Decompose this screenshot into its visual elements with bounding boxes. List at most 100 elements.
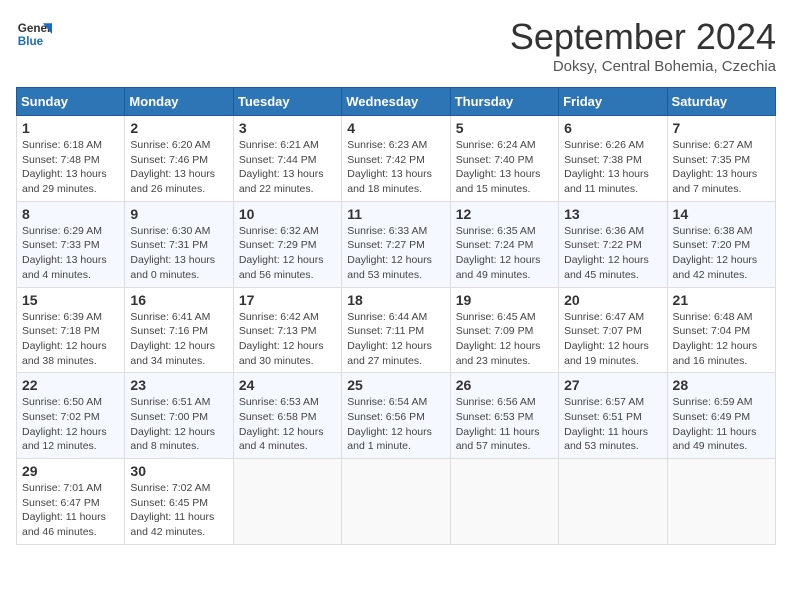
day-header-sunday: Sunday	[17, 88, 125, 116]
calendar-day-cell: 6 Sunrise: 6:26 AMSunset: 7:38 PMDaylight…	[559, 116, 667, 202]
day-number: 13	[564, 206, 661, 222]
calendar-day-cell: 3 Sunrise: 6:21 AMSunset: 7:44 PMDaylight…	[233, 116, 341, 202]
calendar-day-cell: 22Sunrise: 6:50 AMSunset: 7:02 PMDayligh…	[17, 373, 125, 459]
calendar-day-cell: 25 Sunrise: 6:54 AMSunset: 6:56 PMDayligh…	[342, 373, 450, 459]
day-number: 3	[239, 120, 336, 136]
day-info: Sunrise: 6:54 AMSunset: 6:56 PMDaylight:…	[347, 395, 444, 454]
day-info: Sunrise: 6:50 AMSunset: 7:02 PMDaylight:…	[22, 395, 119, 454]
calendar-day-cell: 10Sunrise: 6:32 AMSunset: 7:29 PMDayligh…	[233, 201, 341, 287]
day-info: Sunrise: 6:35 AMSunset: 7:24 PMDaylight:…	[456, 224, 553, 283]
calendar-day-cell: 12 Sunrise: 6:35 AMSunset: 7:24 PMDayligh…	[450, 201, 558, 287]
calendar-day-cell	[667, 459, 775, 545]
day-number: 28	[673, 377, 770, 393]
day-info: Sunrise: 6:47 AMSunset: 7:07 PMDaylight:…	[564, 310, 661, 369]
day-number: 18	[347, 292, 444, 308]
calendar-day-cell: 16 Sunrise: 6:41 AMSunset: 7:16 PMDayligh…	[125, 287, 233, 373]
calendar-day-cell: 20 Sunrise: 6:47 AMSunset: 7:07 PMDayligh…	[559, 287, 667, 373]
day-info: Sunrise: 6:21 AMSunset: 7:44 PMDaylight:…	[239, 138, 336, 197]
day-info: Sunrise: 6:53 AMSunset: 6:58 PMDaylight:…	[239, 395, 336, 454]
day-number: 10	[239, 206, 336, 222]
calendar-day-cell: 18 Sunrise: 6:44 AMSunset: 7:11 PMDayligh…	[342, 287, 450, 373]
calendar-day-cell: 2Sunrise: 6:20 AMSunset: 7:46 PMDaylight…	[125, 116, 233, 202]
day-info: Sunrise: 6:41 AMSunset: 7:16 PMDaylight:…	[130, 310, 227, 369]
day-info: Sunrise: 6:56 AMSunset: 6:53 PMDaylight:…	[456, 395, 553, 454]
day-header-thursday: Thursday	[450, 88, 558, 116]
day-header-wednesday: Wednesday	[342, 88, 450, 116]
day-number: 5	[456, 120, 553, 136]
day-info: Sunrise: 6:38 AMSunset: 7:20 PMDaylight:…	[673, 224, 770, 283]
calendar-week-row: 8 Sunrise: 6:29 AMSunset: 7:33 PMDaylight…	[17, 201, 776, 287]
day-number: 2	[130, 120, 227, 136]
day-number: 25	[347, 377, 444, 393]
day-number: 21	[673, 292, 770, 308]
day-number: 23	[130, 377, 227, 393]
calendar-week-row: 29 Sunrise: 7:01 AMSunset: 6:47 PMDayligh…	[17, 459, 776, 545]
day-info: Sunrise: 6:42 AMSunset: 7:13 PMDaylight:…	[239, 310, 336, 369]
calendar-day-cell: 15Sunrise: 6:39 AMSunset: 7:18 PMDayligh…	[17, 287, 125, 373]
day-info: Sunrise: 6:23 AMSunset: 7:42 PMDaylight:…	[347, 138, 444, 197]
page-header: General Blue September 2024 Doksy, Centr…	[16, 16, 776, 75]
day-number: 26	[456, 377, 553, 393]
day-number: 17	[239, 292, 336, 308]
day-number: 6	[564, 120, 661, 136]
day-number: 16	[130, 292, 227, 308]
logo-icon: General Blue	[16, 16, 52, 52]
day-number: 11	[347, 206, 444, 222]
day-info: Sunrise: 6:45 AMSunset: 7:09 PMDaylight:…	[456, 310, 553, 369]
day-info: Sunrise: 6:48 AMSunset: 7:04 PMDaylight:…	[673, 310, 770, 369]
day-number: 19	[456, 292, 553, 308]
calendar-day-cell: 8 Sunrise: 6:29 AMSunset: 7:33 PMDaylight…	[17, 201, 125, 287]
day-info: Sunrise: 7:01 AMSunset: 6:47 PMDaylight:…	[22, 481, 119, 540]
calendar-day-cell: 11Sunrise: 6:33 AMSunset: 7:27 PMDayligh…	[342, 201, 450, 287]
day-number: 20	[564, 292, 661, 308]
day-number: 30	[130, 463, 227, 479]
location-subtitle: Doksy, Central Bohemia, Czechia	[510, 58, 776, 75]
day-info: Sunrise: 6:44 AMSunset: 7:11 PMDaylight:…	[347, 310, 444, 369]
calendar-day-cell: 28 Sunrise: 6:59 AMSunset: 6:49 PMDayligh…	[667, 373, 775, 459]
calendar-week-row: 22Sunrise: 6:50 AMSunset: 7:02 PMDayligh…	[17, 373, 776, 459]
calendar-day-cell: 24Sunrise: 6:53 AMSunset: 6:58 PMDayligh…	[233, 373, 341, 459]
day-info: Sunrise: 6:39 AMSunset: 7:18 PMDaylight:…	[22, 310, 119, 369]
calendar-day-cell: 1 Sunrise: 6:18 AMSunset: 7:48 PMDaylight…	[17, 116, 125, 202]
calendar-week-row: 1 Sunrise: 6:18 AMSunset: 7:48 PMDaylight…	[17, 116, 776, 202]
calendar-day-cell: 19 Sunrise: 6:45 AMSunset: 7:09 PMDayligh…	[450, 287, 558, 373]
day-header-friday: Friday	[559, 88, 667, 116]
day-info: Sunrise: 7:02 AMSunset: 6:45 PMDaylight:…	[130, 481, 227, 540]
logo: General Blue	[16, 16, 52, 52]
day-number: 14	[673, 206, 770, 222]
day-number: 4	[347, 120, 444, 136]
day-info: Sunrise: 6:24 AMSunset: 7:40 PMDaylight:…	[456, 138, 553, 197]
day-info: Sunrise: 6:18 AMSunset: 7:48 PMDaylight:…	[22, 138, 119, 197]
day-number: 29	[22, 463, 119, 479]
day-info: Sunrise: 6:57 AMSunset: 6:51 PMDaylight:…	[564, 395, 661, 454]
calendar-day-cell: 7Sunrise: 6:27 AMSunset: 7:35 PMDaylight…	[667, 116, 775, 202]
calendar-day-cell	[450, 459, 558, 545]
calendar-table: SundayMondayTuesdayWednesdayThursdayFrid…	[16, 87, 776, 545]
calendar-day-cell	[559, 459, 667, 545]
day-info: Sunrise: 6:36 AMSunset: 7:22 PMDaylight:…	[564, 224, 661, 283]
day-number: 27	[564, 377, 661, 393]
calendar-day-cell: 13 Sunrise: 6:36 AMSunset: 7:22 PMDayligh…	[559, 201, 667, 287]
calendar-day-cell: 4 Sunrise: 6:23 AMSunset: 7:42 PMDaylight…	[342, 116, 450, 202]
day-number: 12	[456, 206, 553, 222]
day-number: 8	[22, 206, 119, 222]
day-number: 1	[22, 120, 119, 136]
svg-text:Blue: Blue	[18, 35, 44, 48]
day-info: Sunrise: 6:59 AMSunset: 6:49 PMDaylight:…	[673, 395, 770, 454]
calendar-day-cell	[233, 459, 341, 545]
calendar-day-cell: 21 Sunrise: 6:48 AMSunset: 7:04 PMDayligh…	[667, 287, 775, 373]
day-info: Sunrise: 6:26 AMSunset: 7:38 PMDaylight:…	[564, 138, 661, 197]
calendar-day-cell: 27 Sunrise: 6:57 AMSunset: 6:51 PMDayligh…	[559, 373, 667, 459]
calendar-day-cell: 14 Sunrise: 6:38 AMSunset: 7:20 PMDayligh…	[667, 201, 775, 287]
day-header-saturday: Saturday	[667, 88, 775, 116]
day-header-monday: Monday	[125, 88, 233, 116]
day-number: 9	[130, 206, 227, 222]
calendar-header-row: SundayMondayTuesdayWednesdayThursdayFrid…	[17, 88, 776, 116]
day-number: 7	[673, 120, 770, 136]
calendar-day-cell: 5 Sunrise: 6:24 AMSunset: 7:40 PMDaylight…	[450, 116, 558, 202]
calendar-day-cell: 30 Sunrise: 7:02 AMSunset: 6:45 PMDayligh…	[125, 459, 233, 545]
day-info: Sunrise: 6:29 AMSunset: 7:33 PMDaylight:…	[22, 224, 119, 283]
title-block: September 2024 Doksy, Central Bohemia, C…	[510, 16, 776, 75]
month-title: September 2024	[510, 16, 776, 58]
calendar-day-cell: 23Sunrise: 6:51 AMSunset: 7:00 PMDayligh…	[125, 373, 233, 459]
